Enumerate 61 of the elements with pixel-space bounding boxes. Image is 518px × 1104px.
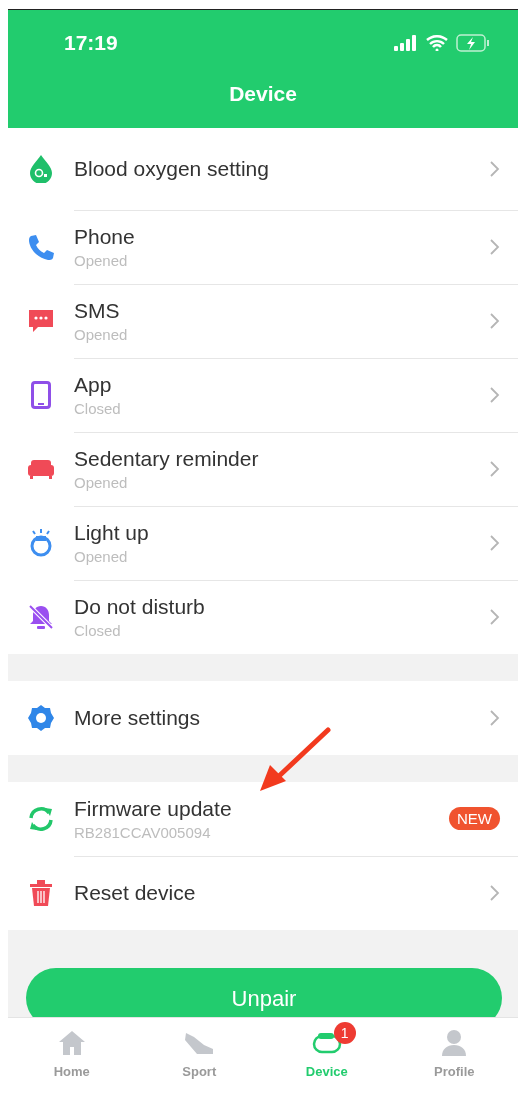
oxygen-drop-icon xyxy=(29,155,53,183)
notification-badge: 1 xyxy=(333,1022,356,1044)
tab-item[interactable]: 1 Device xyxy=(263,1018,391,1096)
new-badge: NEW xyxy=(449,807,500,830)
muted-bell-icon xyxy=(27,603,55,631)
row-status: Opened xyxy=(74,547,129,565)
row-status: RB281CCAV005094 xyxy=(74,823,212,841)
wifi-icon xyxy=(426,35,448,51)
row-label: SMS xyxy=(74,298,121,323)
chevron-right-icon xyxy=(490,710,500,726)
row-status: Closed xyxy=(74,399,122,417)
tab-label: Profile xyxy=(434,1064,475,1079)
fitness-band-icon xyxy=(311,1031,342,1055)
row-status: Opened xyxy=(74,473,129,491)
tab-label: Sport xyxy=(182,1064,217,1079)
row-status: Opened xyxy=(74,251,129,269)
signal-icon xyxy=(394,35,418,51)
settings-row[interactable]: Light up Opened xyxy=(8,506,518,580)
message-icon xyxy=(27,308,55,334)
home-icon xyxy=(57,1030,86,1056)
row-status: Closed xyxy=(74,622,122,639)
settings-row[interactable]: Phone Opened xyxy=(8,210,518,284)
chevron-right-icon xyxy=(490,534,500,551)
tab-label: Device xyxy=(305,1064,348,1079)
row-label: Do not disturb xyxy=(74,595,206,619)
chevron-right-icon xyxy=(490,312,500,329)
status-time: 17:19 xyxy=(64,31,118,55)
settings-row[interactable]: Sedentary reminder Opened xyxy=(8,432,518,506)
row-label: Sedentary reminder xyxy=(74,446,260,471)
battery-charging-icon xyxy=(456,34,490,52)
page-title: Device xyxy=(228,82,298,106)
row-label: App xyxy=(74,372,113,397)
settings-row[interactable]: Reset device xyxy=(8,856,518,930)
row-label: Blood oxygen setting xyxy=(74,156,270,181)
phone-icon xyxy=(27,233,55,261)
person-icon xyxy=(441,1029,468,1057)
smartphone-icon xyxy=(31,381,51,409)
chevron-right-icon xyxy=(490,885,500,901)
row-label: Light up xyxy=(74,520,150,545)
row-label: Firmware update xyxy=(74,796,233,821)
tab-label: Home xyxy=(53,1064,90,1079)
chevron-right-icon xyxy=(490,609,500,625)
trash-icon xyxy=(29,879,53,907)
settings-row[interactable]: SMS Opened xyxy=(8,284,518,358)
settings-row[interactable]: More settings xyxy=(8,681,518,755)
settings-row[interactable]: Blood oxygen setting xyxy=(8,128,518,210)
chevron-right-icon xyxy=(490,160,500,177)
refresh-icon xyxy=(27,805,55,833)
settings-row[interactable]: App Closed xyxy=(8,358,518,432)
chevron-right-icon xyxy=(490,460,500,477)
chevron-right-icon xyxy=(490,386,500,403)
row-label: Reset device xyxy=(74,881,197,905)
row-label: Phone xyxy=(74,224,136,249)
row-label: More settings xyxy=(74,706,202,730)
settings-icon xyxy=(27,704,55,732)
chevron-right-icon xyxy=(490,238,500,255)
settings-row[interactable]: Do not disturb Closed xyxy=(8,580,518,654)
sofa-icon xyxy=(27,458,55,480)
settings-row[interactable]: Firmware update RB281CCAV005094 NEW xyxy=(8,782,518,856)
watch-light-icon xyxy=(28,529,54,557)
row-status: Opened xyxy=(74,325,129,343)
